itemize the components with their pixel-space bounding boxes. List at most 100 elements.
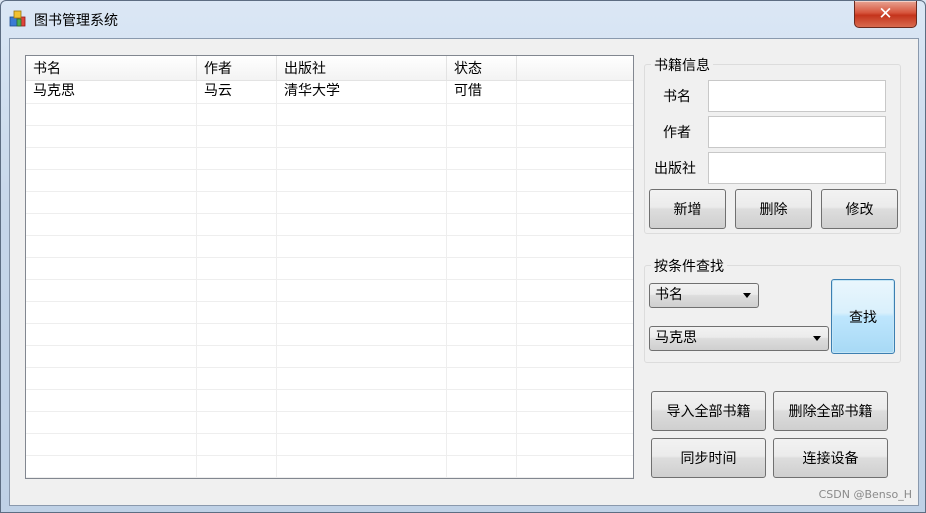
empty-cell xyxy=(447,213,517,235)
book-list-grid[interactable]: 书名 作者 出版社 状态 马克思 马云 清华大学 可借 xyxy=(25,55,634,479)
chevron-down-icon xyxy=(743,293,751,298)
import-all-button[interactable]: 导入全部书籍 xyxy=(651,391,766,431)
empty-table-row xyxy=(26,125,633,148)
empty-cell xyxy=(447,301,517,323)
empty-cell xyxy=(447,169,517,191)
empty-cell xyxy=(447,235,517,257)
empty-cell xyxy=(277,213,447,235)
empty-cell xyxy=(197,455,277,477)
empty-table-row xyxy=(26,389,633,412)
empty-cell xyxy=(197,323,277,345)
empty-cell xyxy=(197,367,277,389)
empty-table-row xyxy=(26,323,633,346)
empty-cell xyxy=(197,411,277,433)
empty-cell xyxy=(277,125,447,147)
empty-cell xyxy=(197,301,277,323)
column-header-publisher[interactable]: 出版社 xyxy=(277,56,447,80)
empty-cell xyxy=(447,367,517,389)
author-input[interactable] xyxy=(708,116,886,148)
client-area: 书名 作者 出版社 状态 马克思 马云 清华大学 可借 书籍信息 书名 作者 出… xyxy=(9,38,919,506)
empty-cell xyxy=(277,257,447,279)
column-header-title[interactable]: 书名 xyxy=(26,56,197,80)
chevron-down-icon xyxy=(813,336,821,341)
empty-cell xyxy=(277,411,447,433)
empty-cell xyxy=(197,191,277,213)
empty-cell xyxy=(277,279,447,301)
grid-header: 书名 作者 出版社 状态 xyxy=(26,56,633,81)
empty-cell xyxy=(277,345,447,367)
empty-cell xyxy=(447,411,517,433)
empty-cell xyxy=(277,235,447,257)
name-input[interactable] xyxy=(708,80,886,112)
search-field-value: 书名 xyxy=(655,287,683,303)
modify-button[interactable]: 修改 xyxy=(821,189,898,229)
empty-cell xyxy=(447,389,517,411)
empty-cell xyxy=(197,103,277,125)
delete-button[interactable]: 删除 xyxy=(735,189,812,229)
search-button[interactable]: 查找 xyxy=(831,279,895,354)
empty-cell xyxy=(447,455,517,477)
app-icon xyxy=(9,10,26,27)
empty-table-row xyxy=(26,433,633,456)
search-value-select[interactable]: 马克思 xyxy=(649,326,829,351)
empty-cell xyxy=(197,125,277,147)
empty-cell xyxy=(447,257,517,279)
delete-all-button[interactable]: 删除全部书籍 xyxy=(773,391,888,431)
empty-table-row xyxy=(26,345,633,368)
empty-cell xyxy=(197,235,277,257)
empty-cell xyxy=(197,433,277,455)
sync-time-button[interactable]: 同步时间 xyxy=(651,438,766,478)
empty-table-row xyxy=(26,455,633,478)
publisher-label: 出版社 xyxy=(654,161,696,177)
title-bar: 图书管理系统 ✕ xyxy=(1,1,925,37)
empty-cell xyxy=(26,191,197,213)
empty-table-row xyxy=(26,147,633,170)
column-header-status[interactable]: 状态 xyxy=(447,56,517,80)
book-info-title: 书籍信息 xyxy=(651,55,713,75)
empty-table-row xyxy=(26,411,633,434)
empty-table-row xyxy=(26,367,633,390)
empty-cell xyxy=(197,169,277,191)
empty-cell xyxy=(447,147,517,169)
main-window: 图书管理系统 ✕ 书名 作者 出版社 状态 马克思 马云 清华大学 可借 书籍信… xyxy=(0,0,926,513)
connect-device-button[interactable]: 连接设备 xyxy=(773,438,888,478)
empty-cell xyxy=(277,389,447,411)
empty-table-row xyxy=(26,235,633,258)
empty-cell xyxy=(447,433,517,455)
close-button[interactable]: ✕ xyxy=(854,1,917,28)
search-value-text: 马克思 xyxy=(655,330,697,346)
empty-cell xyxy=(447,279,517,301)
empty-cell xyxy=(277,191,447,213)
column-header-author[interactable]: 作者 xyxy=(197,56,277,80)
empty-cell xyxy=(447,125,517,147)
empty-table-row xyxy=(26,213,633,236)
empty-table-row xyxy=(26,257,633,280)
add-button[interactable]: 新增 xyxy=(649,189,726,229)
cell-status: 可借 xyxy=(447,81,517,103)
empty-cell xyxy=(447,345,517,367)
empty-cell xyxy=(26,389,197,411)
empty-table-row xyxy=(26,169,633,192)
empty-cell xyxy=(197,279,277,301)
empty-cell xyxy=(197,147,277,169)
table-row[interactable]: 马克思 马云 清华大学 可借 xyxy=(26,81,633,104)
empty-cell xyxy=(26,301,197,323)
empty-cell xyxy=(277,455,447,477)
cell-author: 马云 xyxy=(197,81,277,103)
empty-cell xyxy=(277,323,447,345)
empty-cell xyxy=(447,323,517,345)
publisher-input[interactable] xyxy=(708,152,886,184)
empty-cell xyxy=(26,169,197,191)
empty-cell xyxy=(277,147,447,169)
empty-cell xyxy=(26,455,197,477)
empty-cell xyxy=(277,301,447,323)
empty-cell xyxy=(447,191,517,213)
search-field-select[interactable]: 书名 xyxy=(649,283,759,308)
cell-title: 马克思 xyxy=(26,81,197,103)
empty-cell xyxy=(26,125,197,147)
author-label: 作者 xyxy=(663,125,691,141)
search-title: 按条件查找 xyxy=(651,256,727,276)
cell-publisher: 清华大学 xyxy=(277,81,447,103)
empty-cell xyxy=(197,257,277,279)
empty-cell xyxy=(277,103,447,125)
